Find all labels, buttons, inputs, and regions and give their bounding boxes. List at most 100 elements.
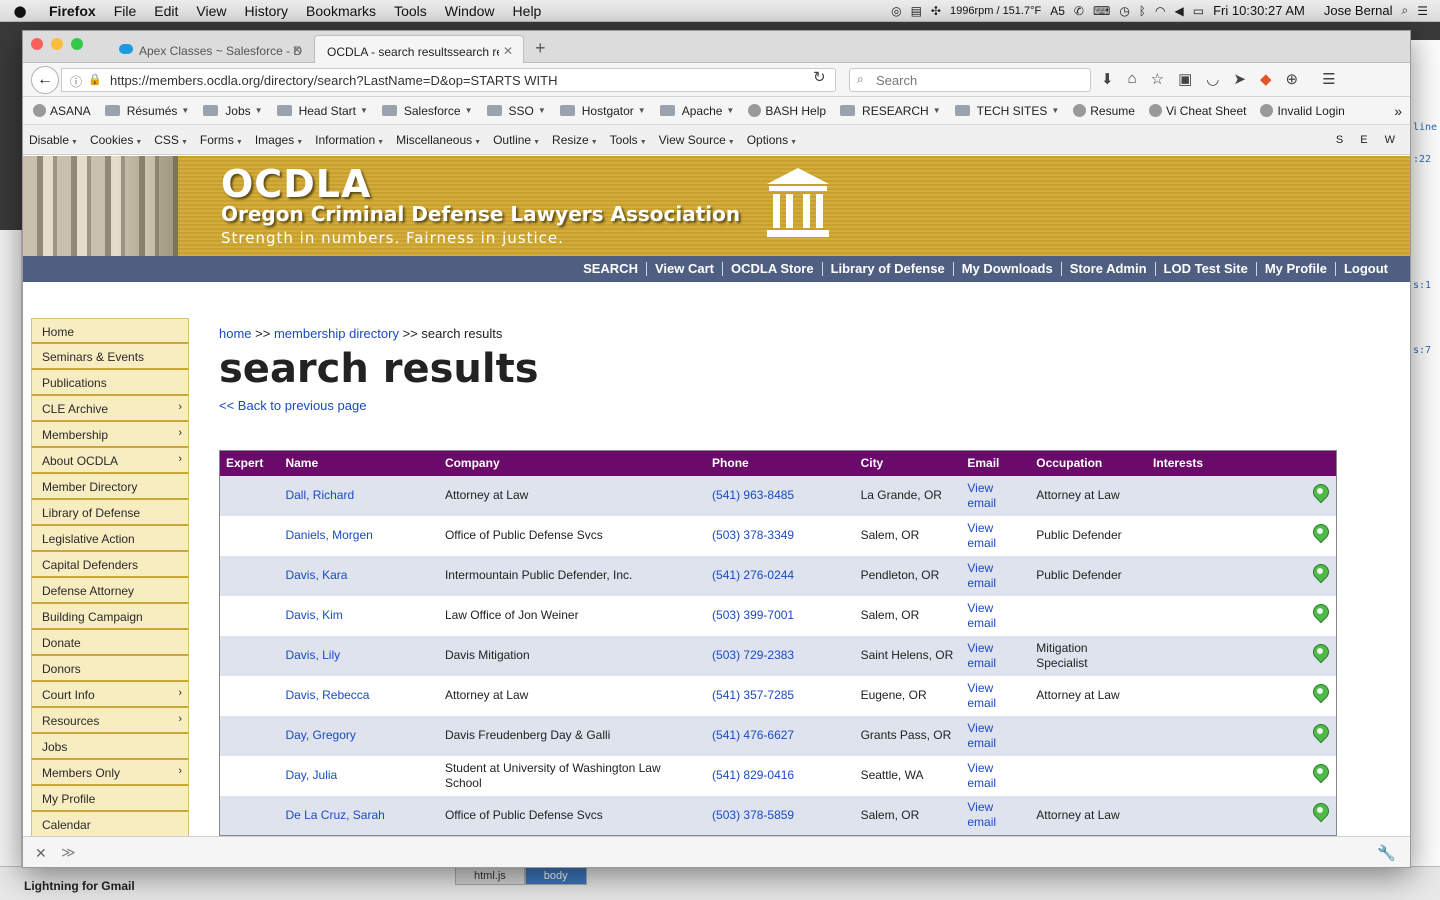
sidebar-item[interactable]: Membership › — [31, 422, 189, 448]
member-name-link[interactable]: Davis, Kim — [285, 608, 342, 622]
bookmark-item[interactable]: BASH Help — [748, 104, 826, 118]
bluetooth-icon[interactable]: ᛒ — [1139, 4, 1146, 18]
topnav-link[interactable]: Store Admin — [1062, 262, 1156, 276]
menu-clock[interactable]: Fri 10:30:27 AM — [1213, 3, 1305, 18]
reading-list-icon[interactable]: ▣ — [1178, 70, 1192, 88]
member-name-link[interactable]: Daniels, Morgen — [285, 528, 372, 542]
view-email-link[interactable]: View email — [967, 681, 996, 710]
view-email-link[interactable]: View email — [967, 561, 996, 590]
sidebar-item[interactable]: Jobs — [31, 734, 189, 760]
devtool-menu[interactable]: Images ▼ — [255, 133, 303, 147]
close-tab-icon[interactable]: ✕ — [292, 43, 302, 57]
view-email-link[interactable]: View email — [967, 521, 996, 550]
pocket-icon[interactable]: ◡ — [1206, 70, 1219, 88]
menu-user[interactable]: Jose Bernal — [1324, 3, 1393, 18]
sidebar-item[interactable]: Legislative Action — [31, 526, 189, 552]
member-name-link[interactable]: Day, Gregory — [285, 728, 355, 742]
sidebar-item[interactable]: Building Campaign — [31, 604, 189, 630]
phone-link[interactable]: (541) 963-8485 — [712, 488, 794, 502]
bookmark-item[interactable]: Vi Cheat Sheet — [1148, 104, 1246, 118]
devtool-menu[interactable]: Tools ▼ — [610, 133, 647, 147]
home-icon[interactable]: ⌂ — [1128, 70, 1137, 88]
extension-icon[interactable]: ◆ — [1260, 70, 1272, 88]
bookmark-item[interactable]: RESEARCH ▼ — [840, 104, 941, 118]
bookmark-item[interactable]: Invalid Login — [1260, 104, 1345, 118]
devtools-crumb[interactable]: html.js — [455, 867, 525, 885]
battery-icon[interactable]: ▭ — [1193, 4, 1204, 18]
phone-link[interactable]: (503) 378-3349 — [712, 528, 794, 542]
reload-icon[interactable]: ↻ — [813, 68, 826, 86]
member-name-link[interactable]: De La Cruz, Sarah — [285, 808, 384, 822]
sidebar-item[interactable]: Members Only › — [31, 760, 189, 786]
sidebar-item[interactable]: Calendar — [31, 812, 189, 836]
menu-item-help[interactable]: Help — [504, 3, 551, 19]
bookmark-item[interactable]: Salesforce ▼ — [381, 104, 473, 118]
topnav-link[interactable]: View Cart — [647, 262, 723, 276]
bookmark-item[interactable]: Résumés ▼ — [104, 104, 189, 118]
globe-icon[interactable]: ⊕ — [1286, 70, 1299, 88]
sidebar-item[interactable]: Seminars & Events — [31, 344, 189, 370]
member-name-link[interactable]: Dall, Richard — [285, 488, 354, 502]
devtool-menu[interactable]: View Source ▼ — [659, 133, 735, 147]
breadcrumb-directory-link[interactable]: membership directory — [274, 326, 399, 341]
creative-cloud-icon[interactable]: ◎ — [891, 4, 901, 18]
devtool-menu[interactable]: Cookies ▼ — [90, 133, 142, 147]
sidebar-item[interactable]: Donors — [31, 656, 189, 682]
topnav-link[interactable]: My Profile — [1257, 262, 1336, 276]
sidebar-item[interactable]: Resources › — [31, 708, 189, 734]
bookmark-item[interactable]: Hostgator ▼ — [559, 104, 646, 118]
phone-link[interactable]: (503) 729-2383 — [712, 648, 794, 662]
maximize-window-button[interactable] — [71, 38, 83, 50]
phone-icon[interactable]: ✆ — [1074, 4, 1084, 18]
bookmark-item[interactable]: SSO ▼ — [486, 104, 546, 118]
fan-icon[interactable]: ✣ — [931, 4, 941, 18]
search-input[interactable]: ⌕ Search — [849, 68, 1091, 92]
map-pin-icon[interactable] — [1312, 764, 1328, 784]
back-to-previous-link[interactable]: << Back to previous page — [219, 398, 1399, 413]
sidebar-item[interactable]: About OCDLA › — [31, 448, 189, 474]
url-bar[interactable]: ⓘ 🔒 https://members.ocdla.org/directory/… — [61, 68, 836, 92]
map-pin-icon[interactable] — [1312, 644, 1328, 664]
devtool-menu[interactable]: Miscellaneous ▼ — [396, 133, 481, 147]
devtool-menu[interactable]: CSS ▼ — [154, 133, 188, 147]
bookmark-item[interactable]: Apache ▼ — [659, 104, 734, 118]
menu-app-name[interactable]: Firefox — [40, 3, 105, 19]
map-pin-icon[interactable] — [1312, 484, 1328, 504]
minimize-window-button[interactable] — [51, 38, 63, 50]
column-header[interactable]: Interests — [1147, 450, 1337, 476]
column-header[interactable]: City — [854, 450, 962, 476]
send-icon[interactable]: ➤ — [1233, 70, 1246, 88]
devtool-menu[interactable]: Information ▼ — [315, 133, 384, 147]
topnav-link[interactable]: Library of Defense — [823, 262, 954, 276]
wifi-icon[interactable]: ◠ — [1155, 4, 1165, 18]
more-bookmarks-icon[interactable]: » — [1394, 103, 1410, 119]
menu-item-tools[interactable]: Tools — [385, 3, 436, 19]
apple-icon[interactable]: ● — [0, 2, 40, 20]
view-email-link[interactable]: View email — [967, 721, 996, 750]
tab-apex-classes[interactable]: Apex Classes ~ Salesforce - D ✕ — [107, 35, 312, 63]
topnav-link[interactable]: Logout — [1336, 262, 1396, 276]
close-window-button[interactable] — [31, 38, 43, 50]
menu-item-window[interactable]: Window — [436, 3, 504, 19]
back-button[interactable]: ← — [31, 66, 59, 94]
adobe-badge[interactable]: A5 — [1050, 4, 1065, 18]
view-email-link[interactable]: View email — [967, 800, 996, 829]
lightning-for-gmail-label[interactable]: Lightning for Gmail — [24, 879, 135, 893]
temperature-readout[interactable]: 1996rpm / 151.7°F — [950, 5, 1041, 17]
spotlight-search-icon[interactable]: ⌕ — [1402, 3, 1409, 18]
sidebar-item[interactable]: Publications — [31, 370, 189, 396]
topnav-link[interactable]: LOD Test Site — [1156, 262, 1257, 276]
phone-link[interactable]: (541) 276-0244 — [712, 568, 794, 582]
sidebar-item[interactable]: Donate — [31, 630, 189, 656]
bookmark-item[interactable]: Jobs ▼ — [203, 104, 263, 118]
sidebar-item[interactable]: Library of Defense — [31, 500, 189, 526]
map-pin-icon[interactable] — [1312, 724, 1328, 744]
column-header[interactable]: Company — [438, 450, 707, 476]
tab-ocdla-search[interactable]: OCDLA - search resultssearch res ✕ — [314, 35, 524, 63]
member-name-link[interactable]: Davis, Kara — [285, 568, 347, 582]
sidebar-item[interactable]: Capital Defenders — [31, 552, 189, 578]
bookmark-star-icon[interactable]: ☆ — [1151, 70, 1164, 88]
member-name-link[interactable]: Day, Julia — [285, 768, 337, 782]
sidebar-item[interactable]: CLE Archive › — [31, 396, 189, 422]
breadcrumb-home-link[interactable]: home — [219, 326, 252, 341]
